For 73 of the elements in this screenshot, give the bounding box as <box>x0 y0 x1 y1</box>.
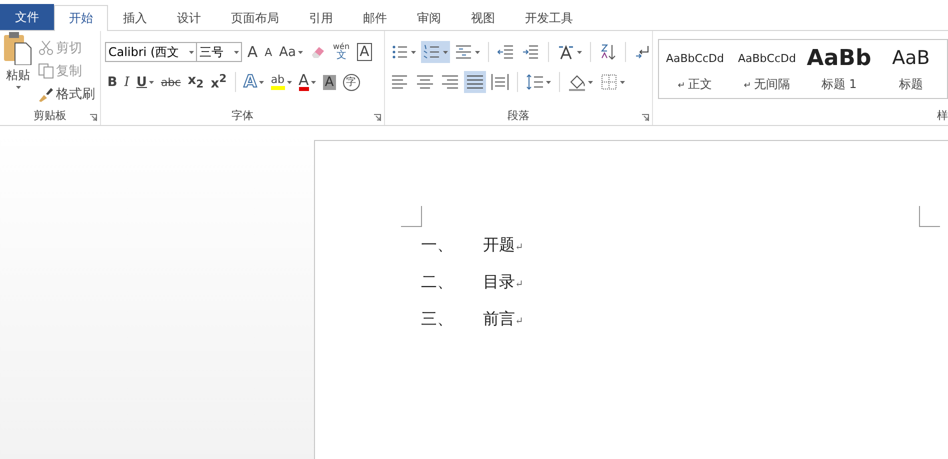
crop-mark <box>401 206 422 227</box>
bullet-list-icon <box>391 43 409 61</box>
list-number: 一、 <box>421 235 454 256</box>
justify-icon <box>466 73 484 91</box>
underline-button[interactable]: U <box>134 71 156 93</box>
borders-icon <box>600 73 618 91</box>
style-item[interactable]: AaBbCcDd ↵ 无间隔 <box>731 40 803 98</box>
align-left-icon <box>391 73 409 91</box>
bold-button[interactable]: B <box>105 71 120 93</box>
group-label: 字体 <box>232 108 254 124</box>
dialog-launcher-icon[interactable] <box>642 114 649 121</box>
character-layout-icon <box>557 43 575 61</box>
numbered-list-icon <box>423 43 441 61</box>
ribbon-tab[interactable]: 审阅 <box>402 5 456 30</box>
distributed-icon <box>491 73 509 91</box>
format-painter-button[interactable]: 格式刷 <box>36 83 97 105</box>
caret-icon <box>234 50 240 54</box>
crop-mark <box>919 206 940 227</box>
highlight-button[interactable]: ab <box>268 71 294 93</box>
shrink-font-button[interactable]: A <box>262 41 274 63</box>
text-effects-button[interactable]: A <box>242 71 266 93</box>
style-item[interactable]: AaBbCcDd ↵ 正文 <box>659 40 731 98</box>
ribbon-tab[interactable]: 视图 <box>456 5 510 30</box>
dialog-launcher-icon[interactable] <box>374 114 381 121</box>
paint-bucket-icon <box>568 73 586 91</box>
group-label: 段落 <box>508 108 530 124</box>
list-text: 开题↵ <box>483 235 524 256</box>
script-button[interactable]: x$^{2}$ <box>208 71 229 93</box>
italic-button[interactable]: I <box>122 71 132 93</box>
scissors-icon <box>38 40 54 56</box>
file-tab[interactable]: 文件 <box>0 4 54 30</box>
list-number: 二、 <box>421 272 454 293</box>
character-border-button[interactable]: A <box>354 41 374 63</box>
script-button[interactable]: x$_{2}$ <box>186 71 206 93</box>
style-item[interactable]: AaB 标题 <box>875 40 947 98</box>
sort-icon <box>599 43 617 61</box>
group-label: 剪贴板 <box>34 108 67 124</box>
clipboard-icon <box>3 31 33 65</box>
paste-button[interactable]: 粘贴 <box>0 31 36 107</box>
ribbon-tab[interactable]: 开始 <box>54 5 108 31</box>
caret-icon <box>16 86 20 89</box>
distributed-button[interactable] <box>489 71 511 93</box>
ribbon-tab[interactable]: 开发工具 <box>510 5 588 30</box>
ribbon-tab[interactable]: 页面布局 <box>216 5 294 30</box>
decrease-indent-icon <box>497 43 515 61</box>
font-size-field[interactable]: 三号 <box>196 42 242 62</box>
align-right-icon <box>441 73 459 91</box>
align-center-icon <box>416 73 434 91</box>
ribbon-tab[interactable]: 插入 <box>108 5 162 30</box>
font-color-button[interactable]: A <box>296 71 318 93</box>
style-item[interactable]: AaBb 标题 1 <box>803 40 875 98</box>
eraser-icon <box>310 44 326 60</box>
strikethrough-button[interactable]: abc <box>158 71 183 93</box>
list-number: 三、 <box>421 309 454 330</box>
list-text: 目录↵ <box>483 272 524 293</box>
phonetic-guide-button[interactable]: wén 文 <box>331 41 352 63</box>
copy-icon <box>38 63 54 79</box>
caret-icon <box>189 50 194 54</box>
paintbrush-icon <box>38 86 54 102</box>
ribbon-tab[interactable]: 设计 <box>162 5 216 30</box>
justify-button[interactable] <box>464 71 486 93</box>
change-case-button[interactable]: Aa <box>277 41 306 63</box>
font-name-field[interactable]: Calibri (西文 <box>105 42 198 62</box>
grow-font-button[interactable]: A <box>245 41 260 63</box>
ribbon-tab[interactable]: 引用 <box>294 5 348 30</box>
dialog-launcher-icon[interactable] <box>90 114 98 121</box>
increase-indent-icon <box>522 43 540 61</box>
numbered-list-button[interactable] <box>421 41 450 63</box>
ribbon-tab[interactable]: 邮件 <box>348 5 402 30</box>
list-text: 前言↵ <box>483 309 524 330</box>
line-spacing-icon <box>526 73 544 91</box>
group-label: 样 <box>937 108 948 124</box>
multilevel-list-icon <box>455 43 473 61</box>
